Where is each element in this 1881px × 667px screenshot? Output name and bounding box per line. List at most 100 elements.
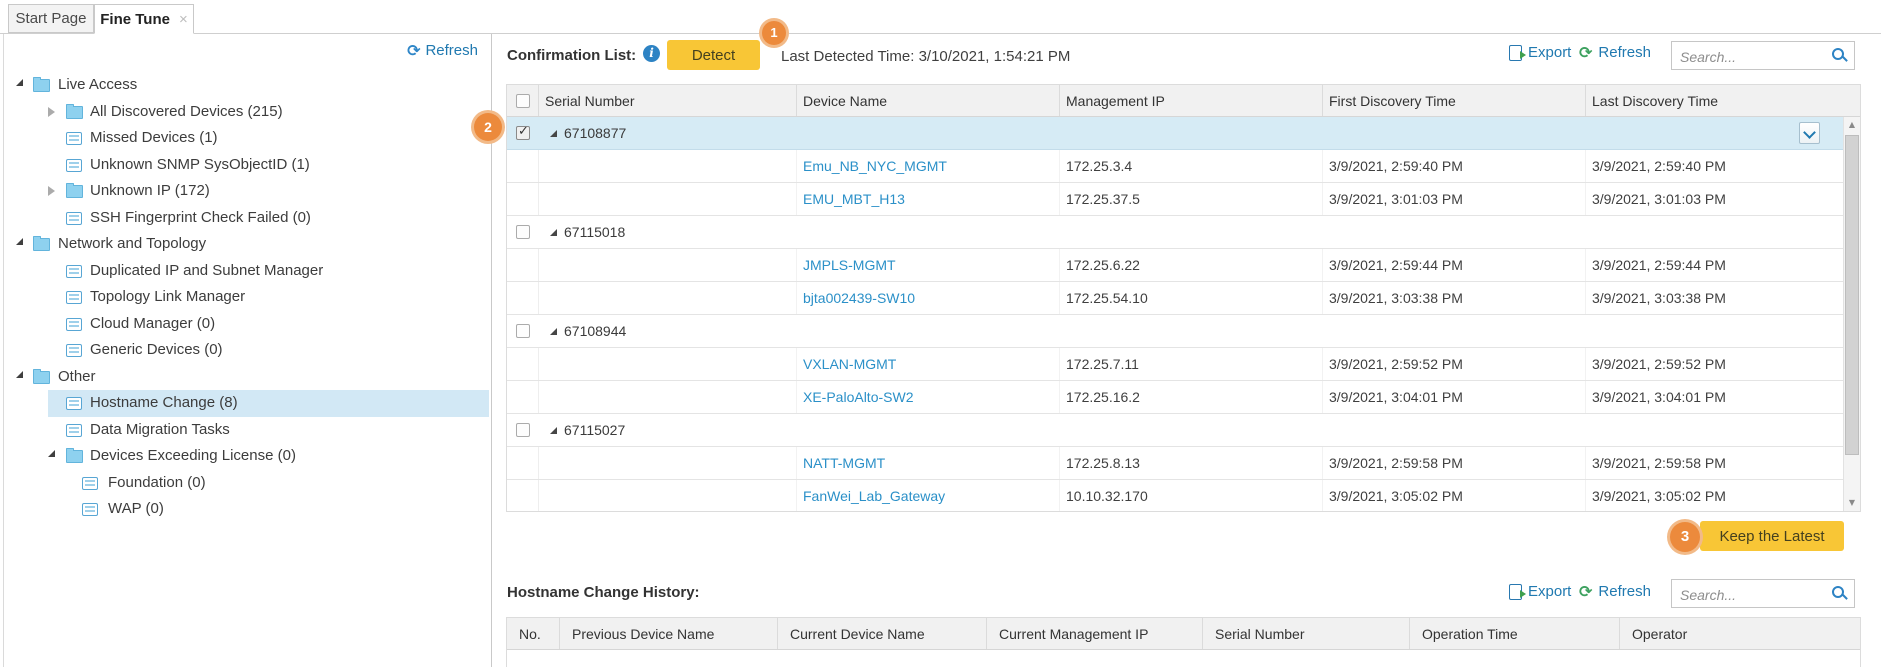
device-tree-panel: ⟳ Refresh Live Access All Discovered Devi… <box>3 33 492 667</box>
serial-group-row[interactable]: 67108877 <box>507 117 1843 150</box>
tree-item-wap-0[interactable]: WAP (0) <box>4 496 489 523</box>
expand-collapse-icon[interactable] <box>48 106 55 117</box>
collapse-icon[interactable] <box>550 228 557 236</box>
checkbox-cell <box>507 282 539 314</box>
expand-collapse-icon[interactable] <box>16 370 23 378</box>
history-column-header-5[interactable]: Serial Number <box>1203 618 1410 649</box>
expand-collapse-icon[interactable] <box>16 238 23 245</box>
row-checkbox[interactable] <box>516 225 530 239</box>
tree-item-label: Data Migration Tasks <box>90 420 230 438</box>
select-all-cell <box>507 85 539 116</box>
expand-collapse-icon[interactable] <box>16 79 23 86</box>
device-row: NATT-MGMT 172.25.8.13 3/9/2021, 2:59:58 PM… <box>507 447 1843 480</box>
list-icon <box>82 503 98 516</box>
column-header-2[interactable]: Device Name <box>797 85 1060 116</box>
first-discovery-cell: 3/9/2021, 2:59:58 PM <box>1323 447 1586 479</box>
serial-group-row[interactable]: 67115018 <box>507 216 1843 249</box>
history-table: No. Previous Device Name Current Device Na… <box>506 617 1861 667</box>
column-header-5[interactable]: Last Discovery Time <box>1586 85 1860 116</box>
list-icon <box>66 291 82 304</box>
vertical-scrollbar[interactable]: ▲ ▼ <box>1843 117 1860 511</box>
tree-item-unknown-snmp-sysobjectid-1[interactable]: Unknown SNMP SysObjectID (1) <box>4 152 489 179</box>
tree-item-unknown-ip-172[interactable]: Unknown IP (172) <box>4 178 489 205</box>
device-name-cell: JMPLS-MGMT <box>797 249 1060 281</box>
history-column-header-3[interactable]: Current Device Name <box>778 618 987 649</box>
collapse-icon[interactable] <box>550 327 557 335</box>
tree-item-label: Duplicated IP and Subnet Manager <box>90 261 324 279</box>
detect-button[interactable]: Detect <box>667 40 760 70</box>
history-column-header-6[interactable]: Operation Time <box>1410 618 1620 649</box>
scrollbar-thumb[interactable] <box>1845 135 1859 455</box>
tab-label: Start Page <box>15 10 87 27</box>
select-all-checkbox[interactable] <box>515 93 530 108</box>
tree-item-duplicated-ip-and-subnet-manager[interactable]: Duplicated IP and Subnet Manager <box>4 258 489 285</box>
history-column-header-4[interactable]: Current Management IP <box>987 618 1203 649</box>
tree-item-network-and-topology[interactable]: Network and Topology <box>4 231 489 258</box>
serial-group-row[interactable]: 67108944 <box>507 315 1843 348</box>
column-header-3[interactable]: Management IP <box>1060 85 1323 116</box>
row-checkbox[interactable] <box>516 124 530 140</box>
serial-number: 67108877 <box>564 125 627 141</box>
device-name-link[interactable]: Emu_NB_NYC_MGMT <box>803 158 947 174</box>
keep-the-latest-button[interactable]: Keep the Latest <box>1700 521 1844 551</box>
tree-item-data-migration-tasks[interactable]: Data Migration Tasks <box>4 417 489 444</box>
tab-start-page[interactable]: Start Page <box>8 4 94 33</box>
history-table-header: No. Previous Device Name Current Device Na… <box>507 618 1860 650</box>
history-column-header-7[interactable]: Operator <box>1620 618 1860 649</box>
row-checkbox[interactable] <box>516 324 530 338</box>
device-name-link[interactable]: JMPLS-MGMT <box>803 257 896 273</box>
row-checkbox[interactable] <box>516 423 530 437</box>
group-cell: 67115027 <box>539 414 1843 446</box>
device-name-cell: FanWei_Lab_Gateway <box>797 480 1060 511</box>
search-input[interactable] <box>1678 45 1832 68</box>
device-name-link[interactable]: NATT-MGMT <box>803 455 885 471</box>
column-header-1[interactable]: Serial Number <box>539 85 797 116</box>
tree-item-missed-devices-1[interactable]: Missed Devices (1) <box>4 125 489 152</box>
tree-item-foundation-0[interactable]: Foundation (0) <box>4 470 489 497</box>
search-input[interactable] <box>1678 583 1832 606</box>
tree-item-other[interactable]: Other <box>4 364 489 391</box>
history-export-link[interactable]: Export <box>1509 583 1571 600</box>
tree-item-devices-exceeding-license-0[interactable]: Devices Exceeding License (0) <box>4 443 489 470</box>
search-icon[interactable] <box>1831 585 1848 602</box>
tree-item-cloud-manager-0[interactable]: Cloud Manager (0) <box>4 311 489 338</box>
close-icon[interactable]: × <box>179 11 188 28</box>
info-icon[interactable]: i <box>643 45 660 62</box>
collapse-icon[interactable] <box>550 426 557 434</box>
collapse-icon[interactable] <box>550 129 557 137</box>
tree-item-generic-devices-0[interactable]: Generic Devices (0) <box>4 337 489 364</box>
history-column-header-2[interactable]: Previous Device Name <box>560 618 778 649</box>
tree-item-label: Missed Devices (1) <box>90 129 218 146</box>
history-refresh-link[interactable]: ⟳ Refresh <box>1579 583 1651 600</box>
tree-item-topology-link-manager[interactable]: Topology Link Manager <box>4 284 489 311</box>
tab-fine-tune[interactable]: Fine Tune × <box>94 4 194 34</box>
expand-collapse-icon[interactable] <box>48 186 55 196</box>
checkbox-cell <box>507 447 539 479</box>
scroll-up-icon[interactable]: ▲ <box>1844 117 1860 133</box>
tree-item-ssh-fingerprint-check-failed-0[interactable]: SSH Fingerprint Check Failed (0) <box>4 205 489 232</box>
list-icon <box>82 476 98 490</box>
serial-group-row[interactable]: 67115027 <box>507 414 1843 447</box>
refresh-link[interactable]: ⟳ Refresh <box>1579 44 1651 61</box>
history-column-header-1[interactable]: No. <box>507 618 560 649</box>
tree-item-hostname-change-8[interactable]: Hostname Change (8) <box>4 390 489 417</box>
column-header-4[interactable]: First Discovery Time <box>1323 85 1586 116</box>
search-icon[interactable] <box>1831 47 1848 64</box>
export-link[interactable]: Export <box>1509 44 1571 61</box>
first-discovery-cell: 3/9/2021, 3:03:38 PM <box>1323 282 1586 314</box>
expand-collapse-icon[interactable] <box>48 450 55 457</box>
tree-item-all-discovered-devices-215[interactable]: All Discovered Devices (215) <box>4 99 489 126</box>
row-actions-dropdown[interactable] <box>1799 122 1820 144</box>
annotation-badge-1: 1 <box>762 21 786 45</box>
scroll-down-icon[interactable]: ▼ <box>1844 495 1860 511</box>
group-cell: 67108944 <box>539 315 1843 347</box>
device-name-link[interactable]: VXLAN-MGMT <box>803 356 896 372</box>
tree-item-live-access[interactable]: Live Access <box>4 72 489 99</box>
tree-refresh-link[interactable]: ⟳ Refresh <box>407 42 478 59</box>
history-title: Hostname Change History: <box>507 584 700 601</box>
folder-icon <box>33 236 50 251</box>
device-name-link[interactable]: FanWei_Lab_Gateway <box>803 488 945 504</box>
device-name-link[interactable]: bjta002439-SW10 <box>803 290 915 306</box>
device-name-link[interactable]: XE-PaloAlto-SW2 <box>803 389 913 405</box>
device-name-link[interactable]: EMU_MBT_H13 <box>803 191 905 207</box>
